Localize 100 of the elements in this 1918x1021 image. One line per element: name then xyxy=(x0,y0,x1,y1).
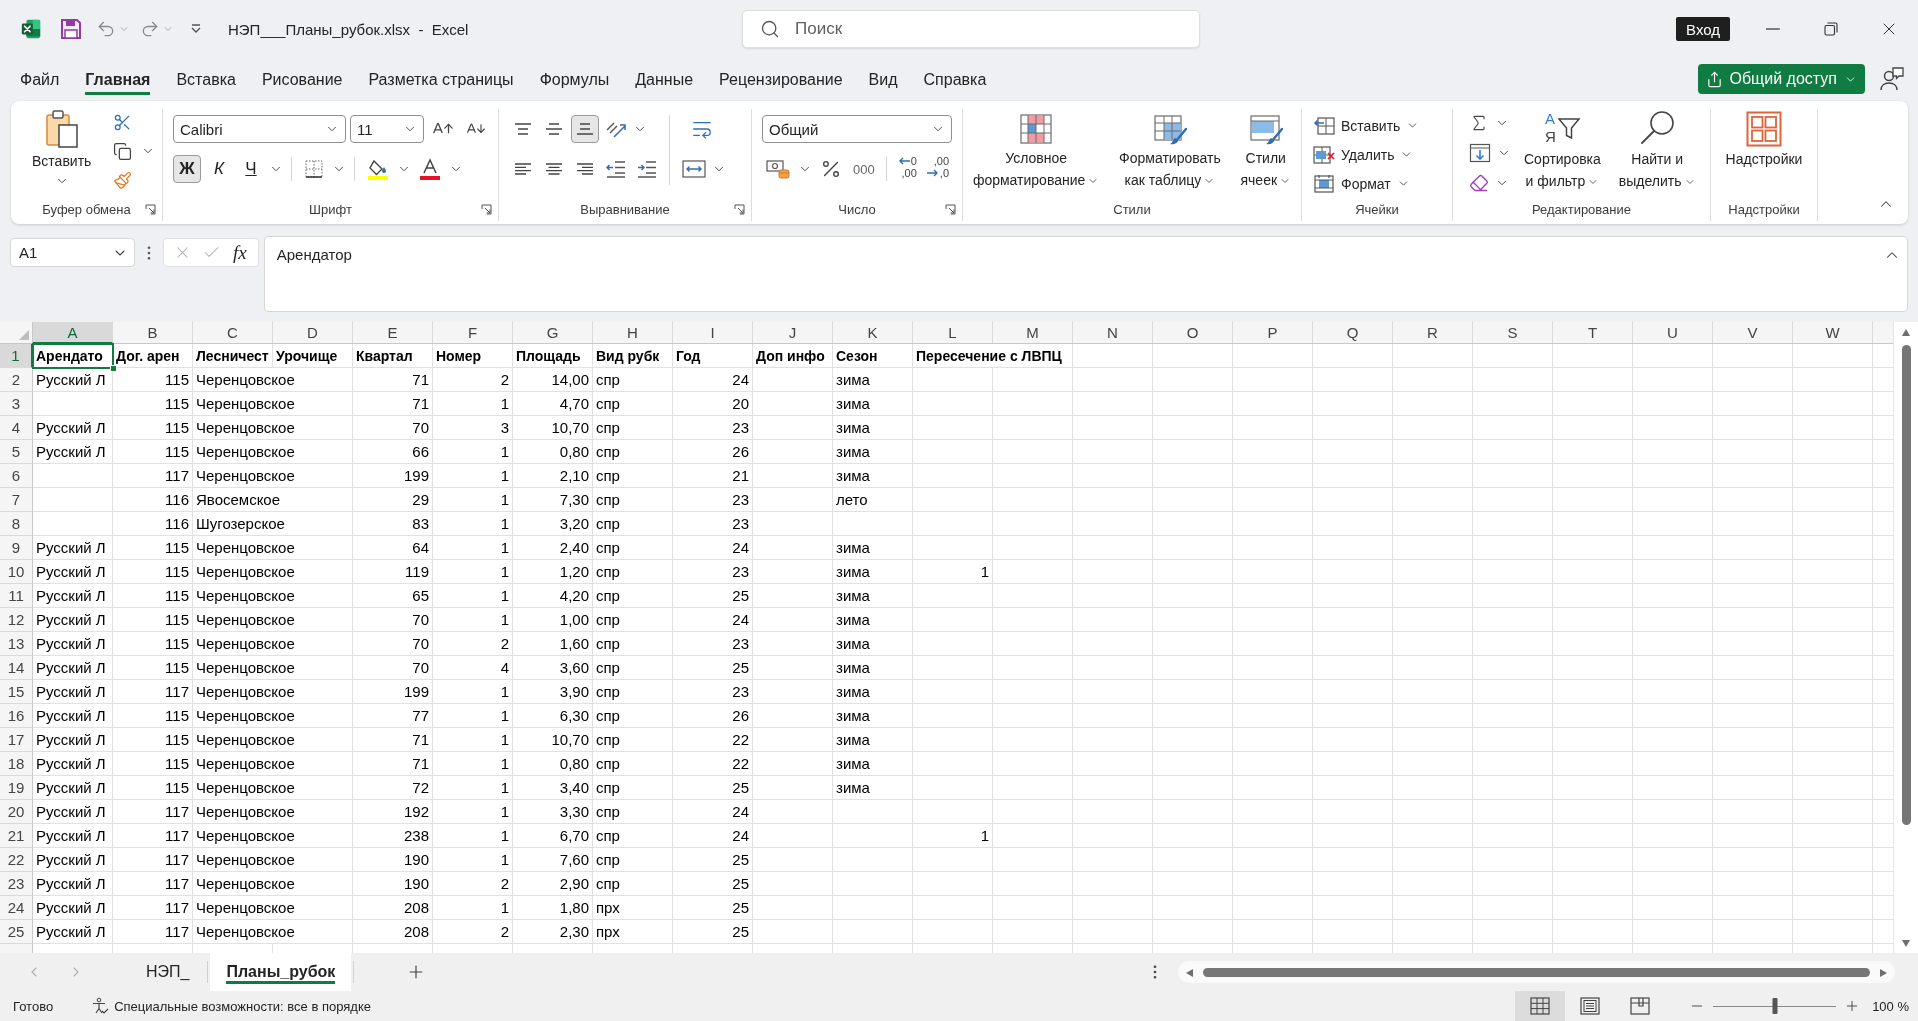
ribbon-tab[interactable]: Вид xyxy=(868,63,898,95)
paste-button[interactable]: Вставить xyxy=(27,109,97,188)
search-icon xyxy=(1638,109,1677,147)
group-label: Ячейки xyxy=(1355,201,1399,217)
delete-cells-icon xyxy=(1313,144,1335,165)
ribbon-tab[interactable]: Главная xyxy=(85,63,151,95)
page-break-icon xyxy=(1630,997,1651,1015)
decrease-indent-icon xyxy=(606,160,626,178)
ribbon-tab[interactable]: Данные xyxy=(635,63,694,95)
decrease-decimal-button[interactable]: ,00 ,0 xyxy=(923,155,952,183)
redo-icon[interactable] xyxy=(140,19,160,39)
undo-icon[interactable] xyxy=(96,19,116,39)
ribbon-tab[interactable]: Справка xyxy=(923,63,987,95)
scroll-left-icon[interactable] xyxy=(1185,967,1195,977)
group-label: Редактирование xyxy=(1532,201,1631,217)
formula-input[interactable]: Арендатор xyxy=(263,236,1908,312)
ribbon-tab[interactable]: Файл xyxy=(20,63,60,95)
align-bottom-button[interactable] xyxy=(571,115,599,143)
increase-indent-icon xyxy=(637,160,657,178)
sort-filter-button[interactable]: А Я Сортировка и фильтр xyxy=(1519,109,1606,191)
eraser-icon xyxy=(1469,173,1489,193)
scroll-right-icon[interactable] xyxy=(1878,967,1888,977)
arrow-right-icon xyxy=(926,169,939,177)
ribbon-tab[interactable]: Вставка xyxy=(176,63,236,95)
column-title: Пересечение с ЛВПЦ xyxy=(913,344,1065,367)
accessibility-check-icon xyxy=(91,997,110,1015)
restore-icon xyxy=(1824,22,1838,36)
search-field[interactable]: Поиск xyxy=(742,10,1200,48)
table-brush-icon xyxy=(1152,112,1187,146)
clipboard-icon xyxy=(44,109,79,149)
normal-view-button[interactable] xyxy=(1515,991,1566,1021)
dialog-launcher-icon[interactable] xyxy=(734,203,745,215)
minimize-icon xyxy=(1766,28,1780,30)
align-center-icon xyxy=(545,163,563,175)
thousands-separator-button[interactable]: 000 xyxy=(850,155,878,183)
diagonal-arrow-icon xyxy=(606,120,626,138)
four-squares-icon xyxy=(1746,111,1782,147)
zoom-level: 100 % xyxy=(1872,998,1909,1014)
scrollbar-thumb[interactable] xyxy=(1203,967,1870,977)
group-label: Выравнивание xyxy=(580,201,670,217)
font-name-dropdown[interactable]: Calibri xyxy=(173,115,346,143)
bold-button[interactable]: Ж xyxy=(173,155,201,183)
share-button[interactable]: Общий доступ xyxy=(1697,64,1865,94)
underline-button[interactable]: Ч xyxy=(237,155,265,183)
grid-view-icon xyxy=(1530,997,1551,1015)
paintbrush-icon xyxy=(113,170,133,190)
increase-decimal-button[interactable]: 0 ,00 xyxy=(894,155,920,183)
customize-toolbar-icon[interactable] xyxy=(190,24,202,34)
conditional-format-icon xyxy=(1019,112,1054,146)
cell-styles-button[interactable]: Стили ячеек xyxy=(1235,112,1297,190)
dialog-launcher-icon[interactable] xyxy=(481,203,492,215)
insert-cells-icon xyxy=(1313,115,1335,136)
copy-icon xyxy=(113,141,133,161)
scroll-up-icon[interactable] xyxy=(1901,328,1911,337)
font-size-dropdown[interactable]: 11 xyxy=(350,115,424,143)
sheet-tab[interactable]: Планы_рубок xyxy=(210,953,352,991)
sheet-tab[interactable]: НЭП_ xyxy=(130,953,206,991)
group-label: Число xyxy=(838,201,876,217)
font-color-icon xyxy=(419,158,441,180)
scrollbar-thumb[interactable] xyxy=(1901,345,1911,825)
group-label: Надстройки xyxy=(1728,201,1800,217)
insert-cells-button[interactable]: Вставить xyxy=(1310,112,1423,139)
name-box[interactable]: A1 xyxy=(10,238,135,267)
ribbon-tab[interactable]: Рецензирование xyxy=(719,63,843,95)
format-as-table-button[interactable]: Форматировать как таблицу xyxy=(1114,112,1226,190)
borders-icon xyxy=(304,159,324,179)
scroll-down-icon[interactable] xyxy=(1901,939,1911,948)
fill-down-icon xyxy=(1469,143,1491,163)
merge-cells-icon xyxy=(682,160,706,178)
search-icon xyxy=(760,19,780,39)
ribbon-tab[interactable]: Разметка страницы xyxy=(368,63,514,95)
column-header[interactable]: A xyxy=(33,322,113,344)
share-icon xyxy=(1705,70,1723,88)
ribbon-tab[interactable]: Формулы xyxy=(539,63,610,95)
align-bottom-icon xyxy=(576,123,594,135)
find-select-button[interactable]: Найти и выделить xyxy=(1613,109,1701,191)
sign-in-button[interactable]: Вход xyxy=(1676,17,1730,41)
number-format-dropdown[interactable]: Общий xyxy=(762,115,952,143)
fill-handle[interactable] xyxy=(110,365,117,372)
dialog-launcher-icon[interactable] xyxy=(145,203,156,215)
money-icon xyxy=(766,159,790,179)
italic-button[interactable]: К xyxy=(205,155,233,183)
format-cells-button[interactable]: Формат xyxy=(1310,170,1413,197)
person-comment-icon[interactable] xyxy=(1879,66,1905,92)
align-right-icon xyxy=(576,163,594,175)
delete-cells-button[interactable]: Удалить xyxy=(1310,141,1417,168)
dialog-launcher-icon[interactable] xyxy=(945,203,956,215)
add-ins-button[interactable]: Надстройки xyxy=(1720,111,1808,169)
row-header[interactable]: 1 xyxy=(0,344,33,368)
align-left-icon xyxy=(514,163,532,175)
conditional-formatting-button[interactable]: Условное форматирование xyxy=(967,112,1105,190)
paint-bucket-icon xyxy=(367,158,389,180)
insert-function-button[interactable]: fx xyxy=(231,241,249,264)
accessibility-status-button[interactable]: Специальные возможности: все в порядке xyxy=(91,997,371,1015)
column-title: Арендато xyxy=(35,346,104,366)
arrow-left-icon xyxy=(897,157,910,165)
align-middle-icon xyxy=(545,123,563,135)
zoom-slider-thumb[interactable] xyxy=(1772,997,1778,1014)
ribbon-tab[interactable]: Рисование xyxy=(261,63,343,95)
group-label: Буфер обмена xyxy=(42,201,131,217)
